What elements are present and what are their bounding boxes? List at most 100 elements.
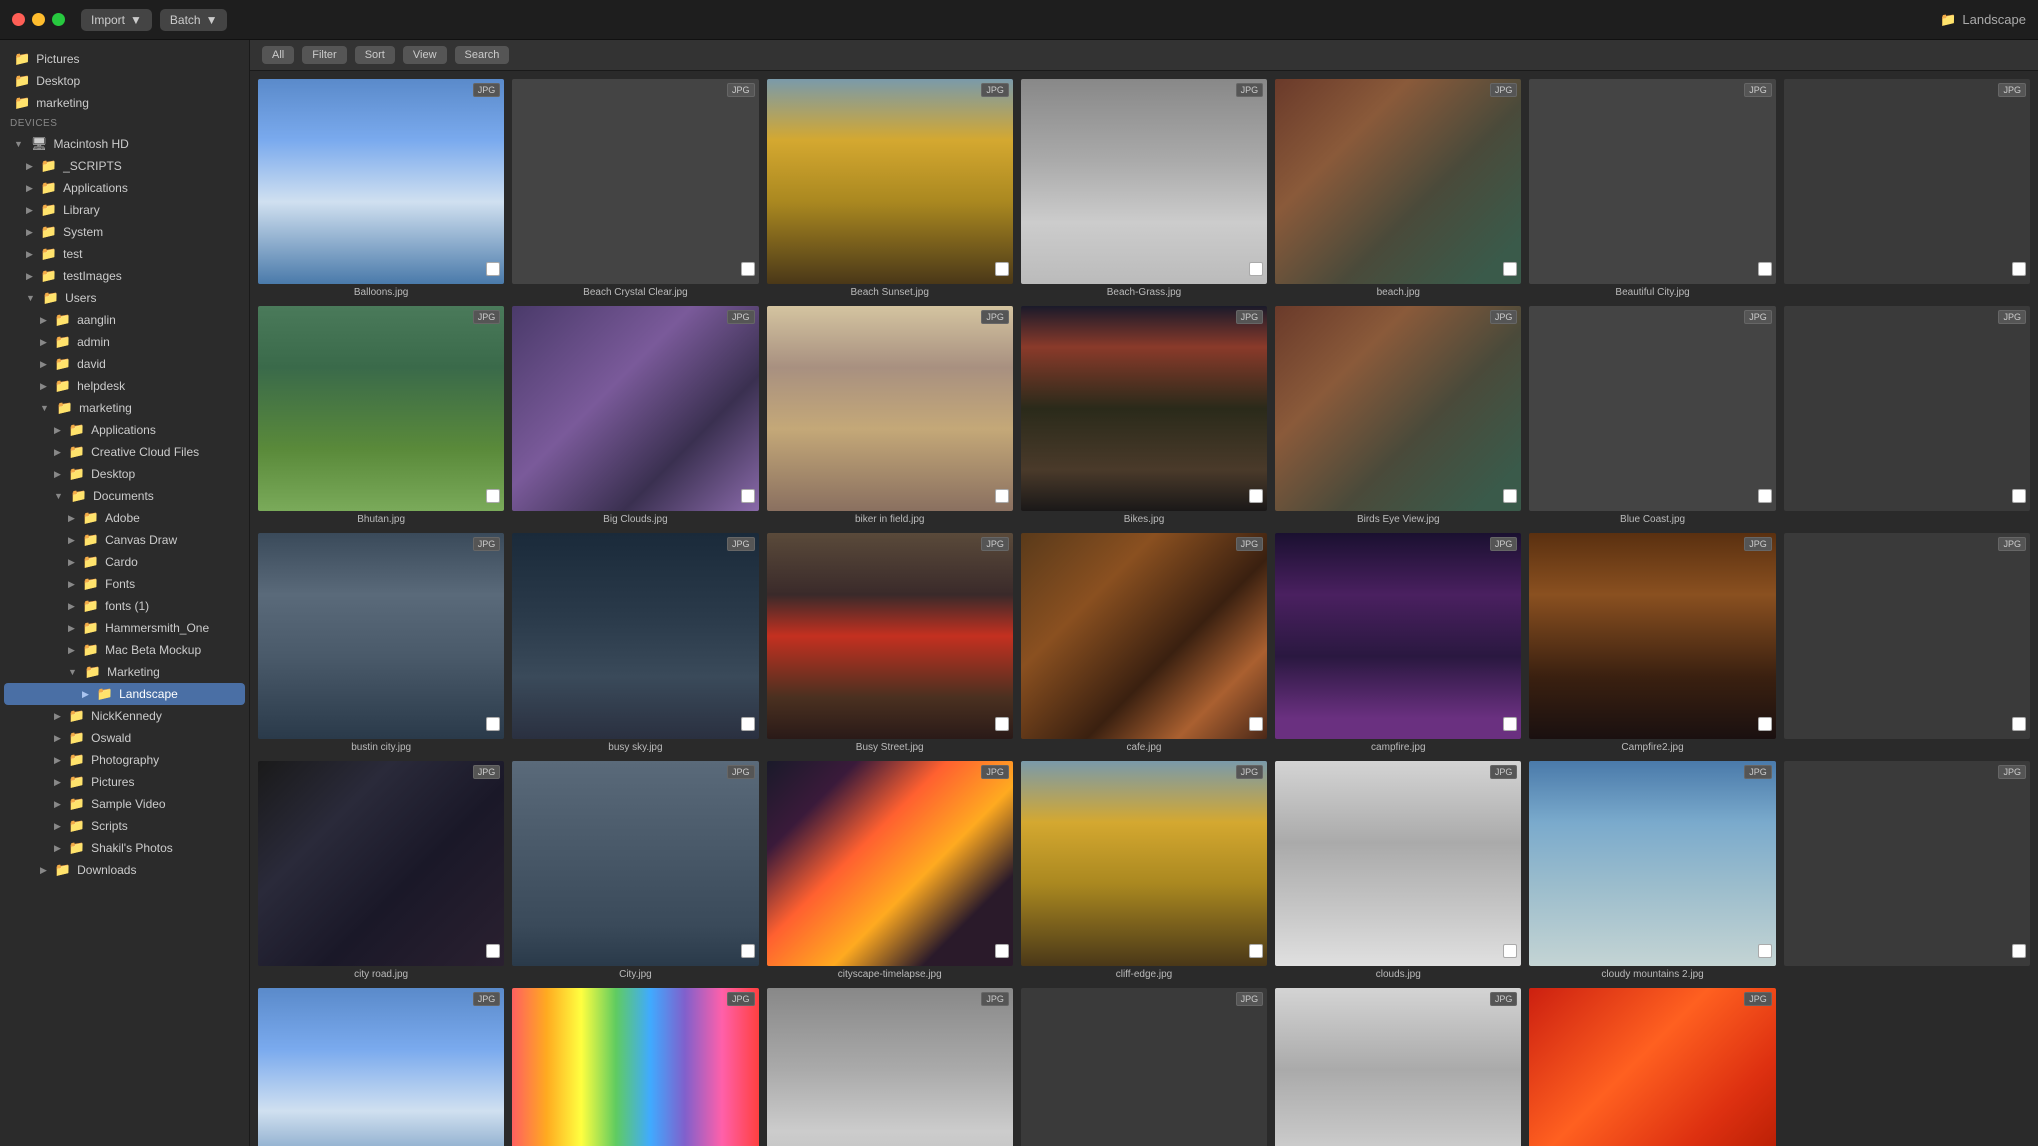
image-cell[interactable]: JPG: [254, 984, 508, 1146]
select-checkbox[interactable]: [1758, 262, 1772, 276]
image-cell[interactable]: JPGbeach.jpg: [1271, 75, 1525, 302]
image-cell[interactable]: JPGcloudy mountains 2.jpg: [1525, 757, 1779, 984]
image-cell[interactable]: JPGBusy Street.jpg: [763, 529, 1017, 756]
image-cell[interactable]: JPGCampfire2.jpg: [1525, 529, 1779, 756]
sidebar-item-nickkennedy[interactable]: ▶ 📁 NickKennedy: [4, 705, 245, 727]
select-checkbox[interactable]: [2012, 489, 2026, 503]
image-cell[interactable]: JPGBeach Crystal Clear.jpg: [508, 75, 762, 302]
image-cell[interactable]: JPGcityscape-timelapse.jpg: [763, 757, 1017, 984]
sidebar-item-macintosh-hd[interactable]: ▼ 🖥 Macintosh HD: [4, 133, 245, 155]
image-cell[interactable]: JPGbustin city.jpg: [254, 529, 508, 756]
select-checkbox[interactable]: [1249, 262, 1263, 276]
select-checkbox[interactable]: [741, 489, 755, 503]
select-checkbox[interactable]: [486, 489, 500, 503]
image-cell[interactable]: JPGcampfire.jpg: [1271, 529, 1525, 756]
sidebar-item-desktop[interactable]: 📁 Desktop: [4, 70, 245, 92]
select-checkbox[interactable]: [741, 262, 755, 276]
sidebar-item-marketing-user[interactable]: ▼ 📁 marketing: [4, 397, 245, 419]
image-cell[interactable]: JPG: [1780, 529, 2034, 756]
sidebar-item-creative-cloud[interactable]: ▶ 📁 Creative Cloud Files: [4, 441, 245, 463]
sidebar-item-applications-root[interactable]: ▶ 📁 Applications: [4, 177, 245, 199]
batch-button[interactable]: Batch ▼: [160, 9, 228, 31]
view-button[interactable]: View: [403, 46, 447, 64]
image-cell[interactable]: JPGCity.jpg: [508, 757, 762, 984]
sidebar-item-marketing-fav[interactable]: 📁 marketing: [4, 92, 245, 114]
image-cell[interactable]: JPG: [1271, 984, 1525, 1146]
image-cell[interactable]: JPGBhutan.jpg: [254, 302, 508, 529]
image-cell[interactable]: JPGBikes.jpg: [1017, 302, 1271, 529]
select-checkbox[interactable]: [1758, 944, 1772, 958]
sidebar-item-test[interactable]: ▶ 📁 test: [4, 243, 245, 265]
image-cell[interactable]: JPGBirds Eye View.jpg: [1271, 302, 1525, 529]
image-cell[interactable]: JPGbusy sky.jpg: [508, 529, 762, 756]
image-cell[interactable]: JPGBeach Sunset.jpg: [763, 75, 1017, 302]
select-checkbox[interactable]: [2012, 717, 2026, 731]
sidebar-item-aanglin[interactable]: ▶ 📁 aanglin: [4, 309, 245, 331]
sidebar-item-fonts1[interactable]: ▶ 📁 fonts (1): [4, 595, 245, 617]
image-cell[interactable]: JPGcliff-edge.jpg: [1017, 757, 1271, 984]
sidebar-item-admin[interactable]: ▶ 📁 admin: [4, 331, 245, 353]
image-cell[interactable]: JPG: [1017, 984, 1271, 1146]
sidebar-item-documents[interactable]: ▼ 📁 Documents: [4, 485, 245, 507]
select-checkbox[interactable]: [1503, 489, 1517, 503]
select-checkbox[interactable]: [995, 489, 1009, 503]
image-cell[interactable]: JPGbiker in field.jpg: [763, 302, 1017, 529]
sidebar-item-shakils-photos[interactable]: ▶ 📁 Shakil's Photos: [4, 837, 245, 859]
select-checkbox[interactable]: [995, 944, 1009, 958]
select-checkbox[interactable]: [486, 944, 500, 958]
sidebar-item-oswald[interactable]: ▶ 📁 Oswald: [4, 727, 245, 749]
image-cell[interactable]: JPG: [1525, 984, 1779, 1146]
select-checkbox[interactable]: [1503, 944, 1517, 958]
image-cell[interactable]: JPGBalloons.jpg: [254, 75, 508, 302]
image-cell[interactable]: JPG: [763, 984, 1017, 1146]
sidebar-item-hammersmith[interactable]: ▶ 📁 Hammersmith_One: [4, 617, 245, 639]
select-checkbox[interactable]: [486, 262, 500, 276]
sort-button[interactable]: Sort: [355, 46, 395, 64]
sidebar-item-sample-video[interactable]: ▶ 📁 Sample Video: [4, 793, 245, 815]
sidebar-item-library[interactable]: ▶ 📁 Library: [4, 199, 245, 221]
sidebar-item-fonts[interactable]: ▶ 📁 Fonts: [4, 573, 245, 595]
maximize-button[interactable]: [52, 13, 65, 26]
sidebar-item-canvas-draw[interactable]: ▶ 📁 Canvas Draw: [4, 529, 245, 551]
select-checkbox[interactable]: [741, 717, 755, 731]
sidebar-item-marketing-doc[interactable]: ▼ 📁 Marketing: [4, 661, 245, 683]
sidebar-item-photography[interactable]: ▶ 📁 Photography: [4, 749, 245, 771]
image-cell[interactable]: JPGBig Clouds.jpg: [508, 302, 762, 529]
sidebar-item-landscape[interactable]: ▶ 📁 Landscape: [4, 683, 245, 705]
filter-button[interactable]: Filter: [302, 46, 346, 64]
sidebar-item-users[interactable]: ▼ 📁 Users: [4, 287, 245, 309]
select-checkbox[interactable]: [1503, 717, 1517, 731]
sidebar-item-scripts[interactable]: ▶ 📁 _SCRIPTS: [4, 155, 245, 177]
image-cell[interactable]: JPGcity road.jpg: [254, 757, 508, 984]
select-checkbox[interactable]: [486, 717, 500, 731]
search-button[interactable]: Search: [455, 46, 510, 64]
sidebar-item-downloads[interactable]: ▶ 📁 Downloads: [4, 859, 245, 881]
close-button[interactable]: [12, 13, 25, 26]
select-checkbox[interactable]: [1758, 717, 1772, 731]
image-cell[interactable]: JPGclouds.jpg: [1271, 757, 1525, 984]
sidebar-item-adobe[interactable]: ▶ 📁 Adobe: [4, 507, 245, 529]
image-cell[interactable]: JPG: [1780, 75, 2034, 302]
all-button[interactable]: All: [262, 46, 294, 64]
image-cell[interactable]: JPG: [1780, 757, 2034, 984]
sidebar-item-scripts-mkt[interactable]: ▶ 📁 Scripts: [4, 815, 245, 837]
select-checkbox[interactable]: [741, 944, 755, 958]
sidebar-item-desktop-mkt[interactable]: ▶ 📁 Desktop: [4, 463, 245, 485]
sidebar-item-system[interactable]: ▶ 📁 System: [4, 221, 245, 243]
sidebar-item-helpdesk[interactable]: ▶ 📁 helpdesk: [4, 375, 245, 397]
select-checkbox[interactable]: [1758, 489, 1772, 503]
image-cell[interactable]: JPG: [508, 984, 762, 1146]
sidebar-item-applications-mkt[interactable]: ▶ 📁 Applications: [4, 419, 245, 441]
sidebar-item-testimages[interactable]: ▶ 📁 testImages: [4, 265, 245, 287]
select-checkbox[interactable]: [1249, 944, 1263, 958]
select-checkbox[interactable]: [995, 262, 1009, 276]
image-cell[interactable]: JPGBeach-Grass.jpg: [1017, 75, 1271, 302]
select-checkbox[interactable]: [1249, 489, 1263, 503]
select-checkbox[interactable]: [2012, 944, 2026, 958]
image-cell[interactable]: JPGcafe.jpg: [1017, 529, 1271, 756]
sidebar-item-david[interactable]: ▶ 📁 david: [4, 353, 245, 375]
import-button[interactable]: Import ▼: [81, 9, 152, 31]
image-cell[interactable]: JPGBeautiful City.jpg: [1525, 75, 1779, 302]
select-checkbox[interactable]: [995, 717, 1009, 731]
image-cell[interactable]: JPG: [1780, 302, 2034, 529]
